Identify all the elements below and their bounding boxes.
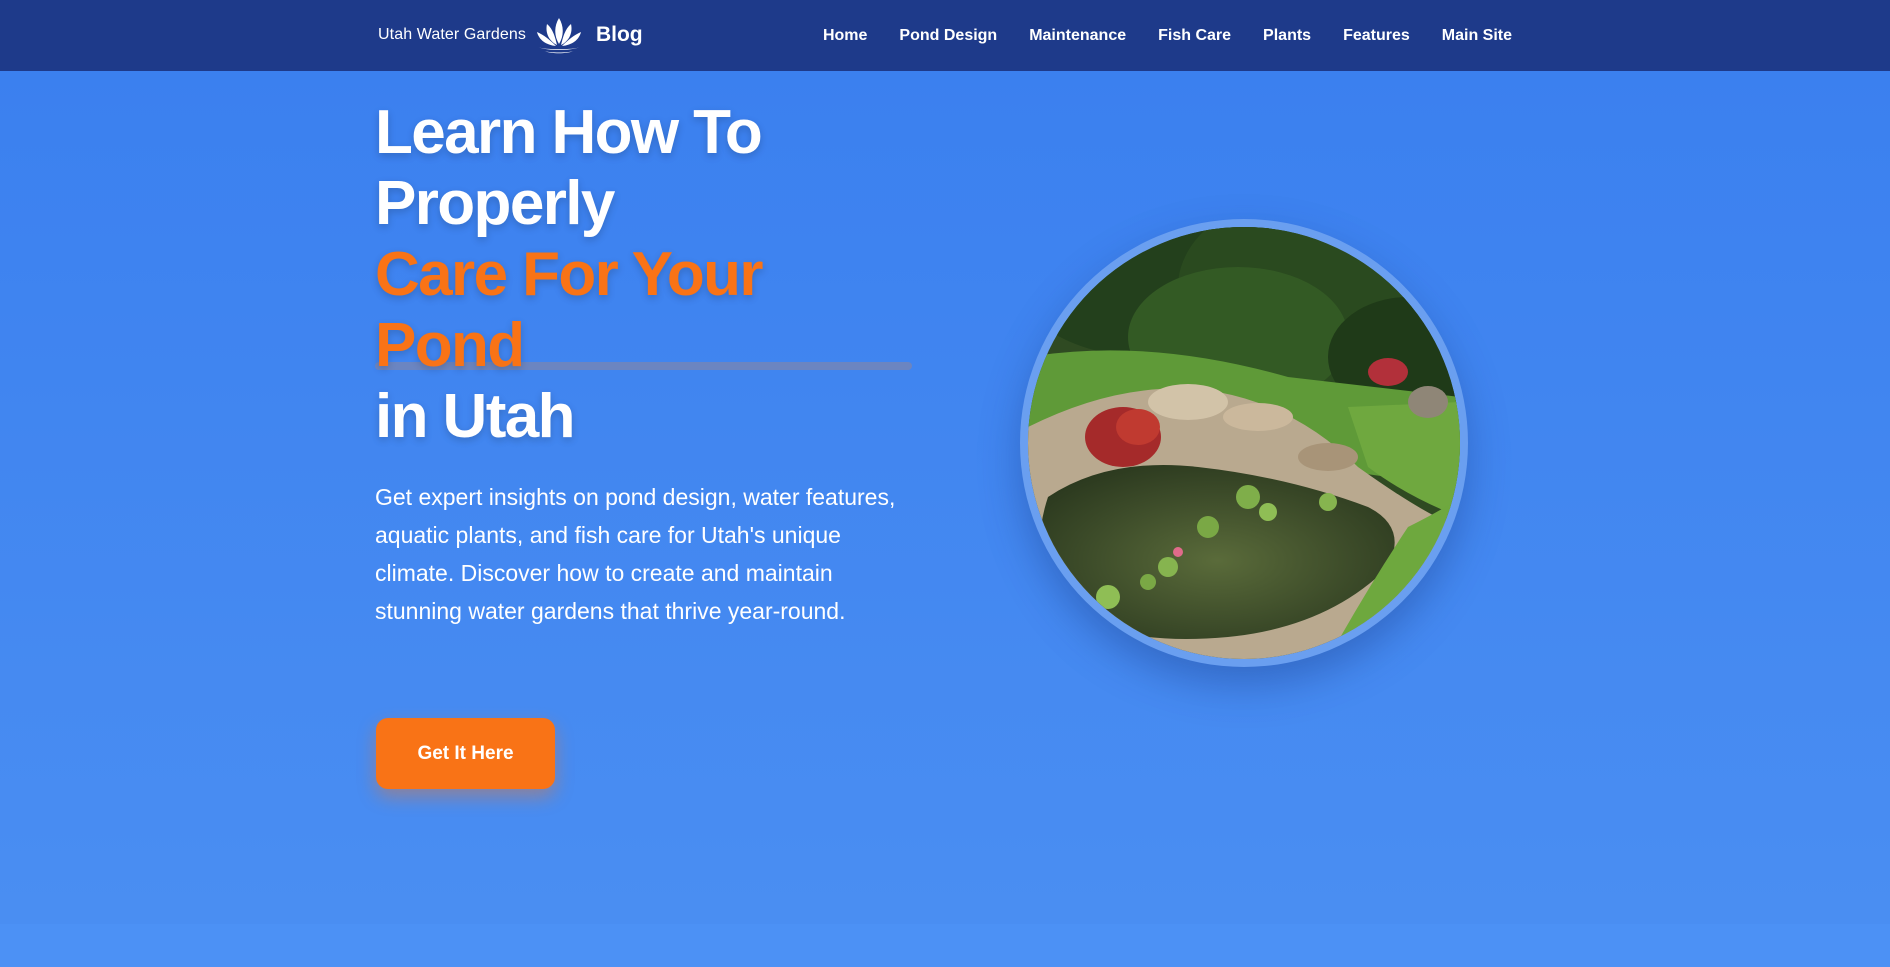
top-navbar: Utah Water Gardens Blog Home Pond Design…: [0, 0, 1890, 71]
hero-section: [0, 71, 1890, 924]
headline-accent-line-2: Pond: [375, 311, 525, 380]
pond-photo-frame: [1020, 219, 1468, 667]
main-nav: Home Pond Design Maintenance Fish Care P…: [791, 0, 1512, 71]
blog-label: Blog: [595, 23, 643, 46]
headline-line-5: in Utah: [375, 382, 576, 451]
nav-link-fish-care[interactable]: Fish Care: [1158, 27, 1231, 45]
brand-logo[interactable]: Utah Water Gardens Blog: [378, 14, 643, 56]
pond-image: [1028, 227, 1460, 659]
get-it-here-button[interactable]: Get It Here: [376, 718, 555, 789]
nav-link-main-site[interactable]: Main Site: [1442, 27, 1512, 45]
headline-accent-line-1: Care For Your: [375, 240, 764, 309]
lotus-icon: [536, 18, 581, 54]
nav-link-plants[interactable]: Plants: [1263, 27, 1311, 45]
nav-link-home[interactable]: Home: [823, 27, 867, 45]
nav-link-features[interactable]: Features: [1343, 27, 1410, 45]
hero-headline: Learn How To Properly Care For Your Pond…: [375, 97, 915, 452]
hero-description: Get expert insights on pond design, wate…: [375, 484, 896, 624]
nav-link-pond-design[interactable]: Pond Design: [899, 27, 997, 45]
headline-line-1: Learn How To: [375, 98, 763, 167]
next-section-strip: [0, 924, 1890, 967]
headline-line-2: Properly: [375, 169, 615, 238]
pond-photo: [1028, 227, 1460, 659]
nav-link-maintenance[interactable]: Maintenance: [1029, 27, 1126, 45]
logo-text: Utah Water Gardens: [378, 26, 526, 43]
